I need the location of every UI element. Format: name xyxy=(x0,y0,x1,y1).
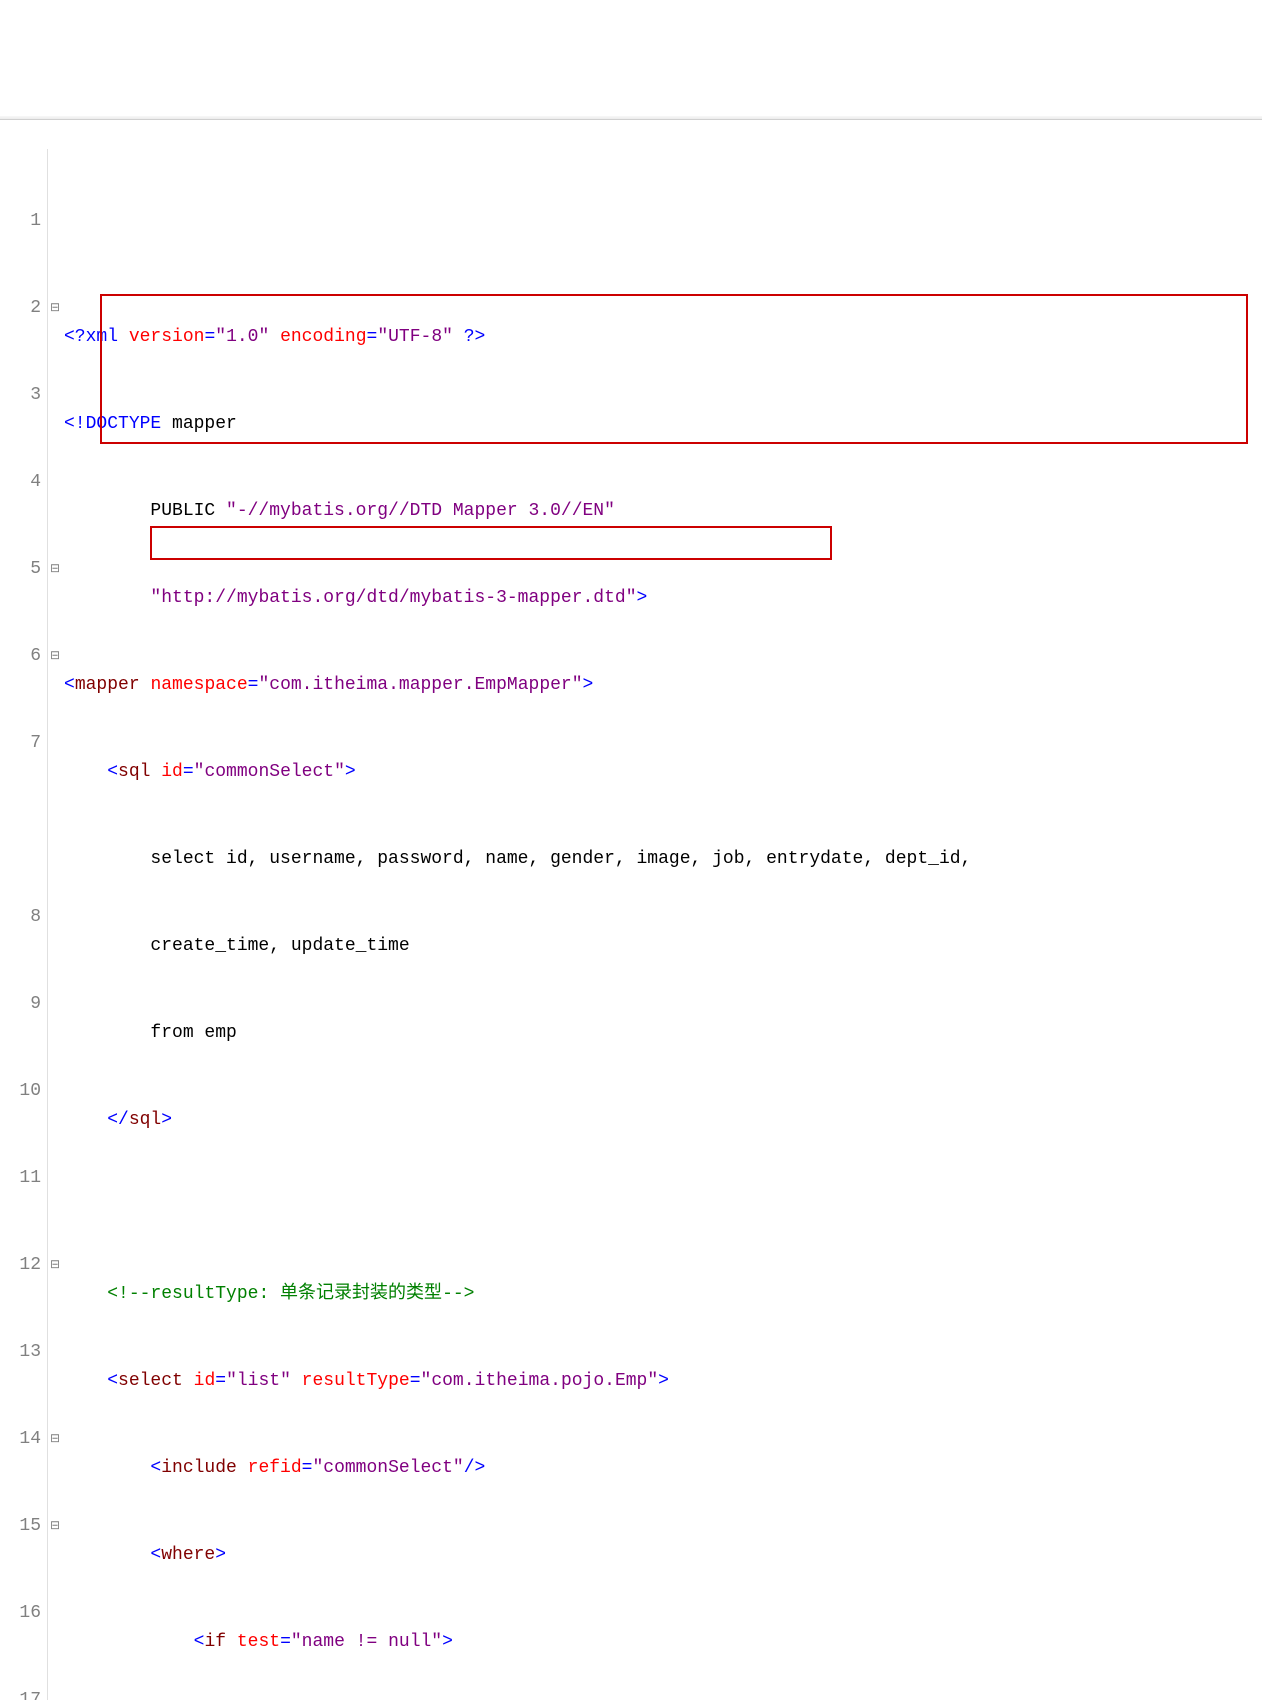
fold-marker[interactable] xyxy=(48,729,62,758)
fold-marker[interactable]: ⊟ xyxy=(48,1251,62,1280)
fold-marker[interactable] xyxy=(48,207,62,236)
code-line: <!DOCTYPE mapper xyxy=(64,410,971,439)
code-line: <where> xyxy=(64,1541,971,1570)
code-line: "http://mybatis.org/dtd/mybatis-3-mapper… xyxy=(64,584,971,613)
code-line: <sql id="commonSelect"> xyxy=(64,758,971,787)
code-editor[interactable]: 1 2 3 4 5 6 7 8 9 10 11 12 13 14 15 16 1… xyxy=(0,149,1262,1700)
fold-marker[interactable]: ⊟ xyxy=(48,642,62,671)
fold-marker[interactable] xyxy=(48,1338,62,1367)
fold-marker[interactable] xyxy=(48,1599,62,1628)
line-number: 13 xyxy=(0,1338,41,1367)
code-line: <include refid="commonSelect"/> xyxy=(64,1454,971,1483)
line-number: 2 xyxy=(0,294,41,323)
ruler xyxy=(0,116,1262,120)
code-line: <mapper namespace="com.itheima.mapper.Em… xyxy=(64,671,971,700)
fold-marker[interactable]: ⊟ xyxy=(48,294,62,323)
fold-marker[interactable] xyxy=(48,381,62,410)
line-number: 15 xyxy=(0,1512,41,1541)
fold-marker[interactable]: ⊟ xyxy=(48,555,62,584)
line-number: 5 xyxy=(0,555,41,584)
code-line: from emp xyxy=(64,1019,971,1048)
line-number: 11 xyxy=(0,1164,41,1193)
code-line: <?xml version="1.0" encoding="UTF-8" ?> xyxy=(64,323,971,352)
code-area[interactable]: <?xml version="1.0" encoding="UTF-8" ?> … xyxy=(62,149,971,1700)
fold-marker[interactable]: ⊟ xyxy=(48,1425,62,1454)
line-number: 12 xyxy=(0,1251,41,1280)
fold-gutter: ⊟ ⊟ ⊟ ⊟ ⊟ ⊟ ⊟ ⊟ xyxy=(48,149,62,1700)
line-number: 9 xyxy=(0,990,41,1019)
fold-marker[interactable] xyxy=(48,1164,62,1193)
fold-marker[interactable] xyxy=(48,816,62,845)
line-number: 16 xyxy=(0,1599,41,1628)
line-number xyxy=(0,816,41,845)
fold-marker[interactable] xyxy=(48,1077,62,1106)
line-number: 14 xyxy=(0,1425,41,1454)
line-number: 6 xyxy=(0,642,41,671)
line-number: 3 xyxy=(0,381,41,410)
code-line: PUBLIC "-//mybatis.org//DTD Mapper 3.0//… xyxy=(64,497,971,526)
line-number: 10 xyxy=(0,1077,41,1106)
line-number: 4 xyxy=(0,468,41,497)
fold-marker[interactable] xyxy=(48,1686,62,1700)
code-line: select id, username, password, name, gen… xyxy=(64,845,971,874)
line-number: 7 xyxy=(0,729,41,758)
fold-marker[interactable]: ⊟ xyxy=(48,1512,62,1541)
code-line: create_time, update_time xyxy=(64,932,971,961)
code-line xyxy=(64,1193,971,1222)
highlight-box-include xyxy=(150,526,832,560)
line-number: 8 xyxy=(0,903,41,932)
line-number-gutter: 1 2 3 4 5 6 7 8 9 10 11 12 13 14 15 16 1… xyxy=(0,149,48,1700)
code-line: <!--resultType: 单条记录封装的类型--> xyxy=(64,1280,971,1309)
fold-marker[interactable] xyxy=(48,903,62,932)
fold-marker[interactable] xyxy=(48,468,62,497)
line-number: 17 xyxy=(0,1686,41,1700)
code-line: </sql> xyxy=(64,1106,971,1135)
code-line: <select id="list" resultType="com.itheim… xyxy=(64,1367,971,1396)
fold-marker[interactable] xyxy=(48,990,62,1019)
line-number: 1 xyxy=(0,207,41,236)
code-line: <if test="name != null"> xyxy=(64,1628,971,1657)
